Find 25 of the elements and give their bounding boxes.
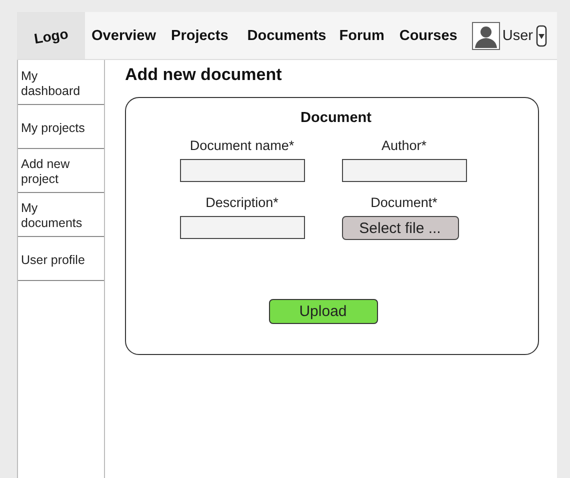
sidebar-item[interactable]: My documents bbox=[18, 193, 104, 237]
form-title: Document bbox=[300, 110, 372, 126]
avatar-icon[interactable] bbox=[472, 22, 500, 50]
sidebar-item[interactable]: My projects bbox=[18, 105, 104, 149]
input-field[interactable] bbox=[180, 216, 304, 239]
dropdown-icon[interactable] bbox=[536, 24, 547, 46]
nav-link[interactable]: Documents bbox=[247, 28, 326, 44]
sidebar-item[interactable]: User profile bbox=[18, 237, 104, 281]
upload-button[interactable]: Upload bbox=[268, 299, 378, 324]
input-field[interactable] bbox=[180, 159, 304, 182]
nav-link[interactable]: Forum bbox=[339, 28, 384, 44]
user-name: User bbox=[502, 28, 533, 44]
input-field[interactable] bbox=[342, 159, 466, 182]
nav-link[interactable]: Courses bbox=[399, 28, 458, 44]
nav-link[interactable]: Projects bbox=[171, 28, 228, 44]
logo: Logo bbox=[32, 24, 69, 46]
field-label: Description* bbox=[206, 195, 278, 210]
sidebar-item[interactable]: Add new project bbox=[18, 149, 104, 193]
page-title: Add new document bbox=[125, 65, 283, 85]
nav-link[interactable]: Overview bbox=[92, 28, 156, 44]
select-file-button[interactable]: Select file ... bbox=[342, 216, 458, 240]
sidebar-item[interactable]: My dashboard bbox=[18, 61, 104, 105]
field-label: Document name* bbox=[190, 138, 294, 153]
field-label: Author* bbox=[381, 138, 427, 153]
field-label: Document* bbox=[370, 195, 438, 210]
